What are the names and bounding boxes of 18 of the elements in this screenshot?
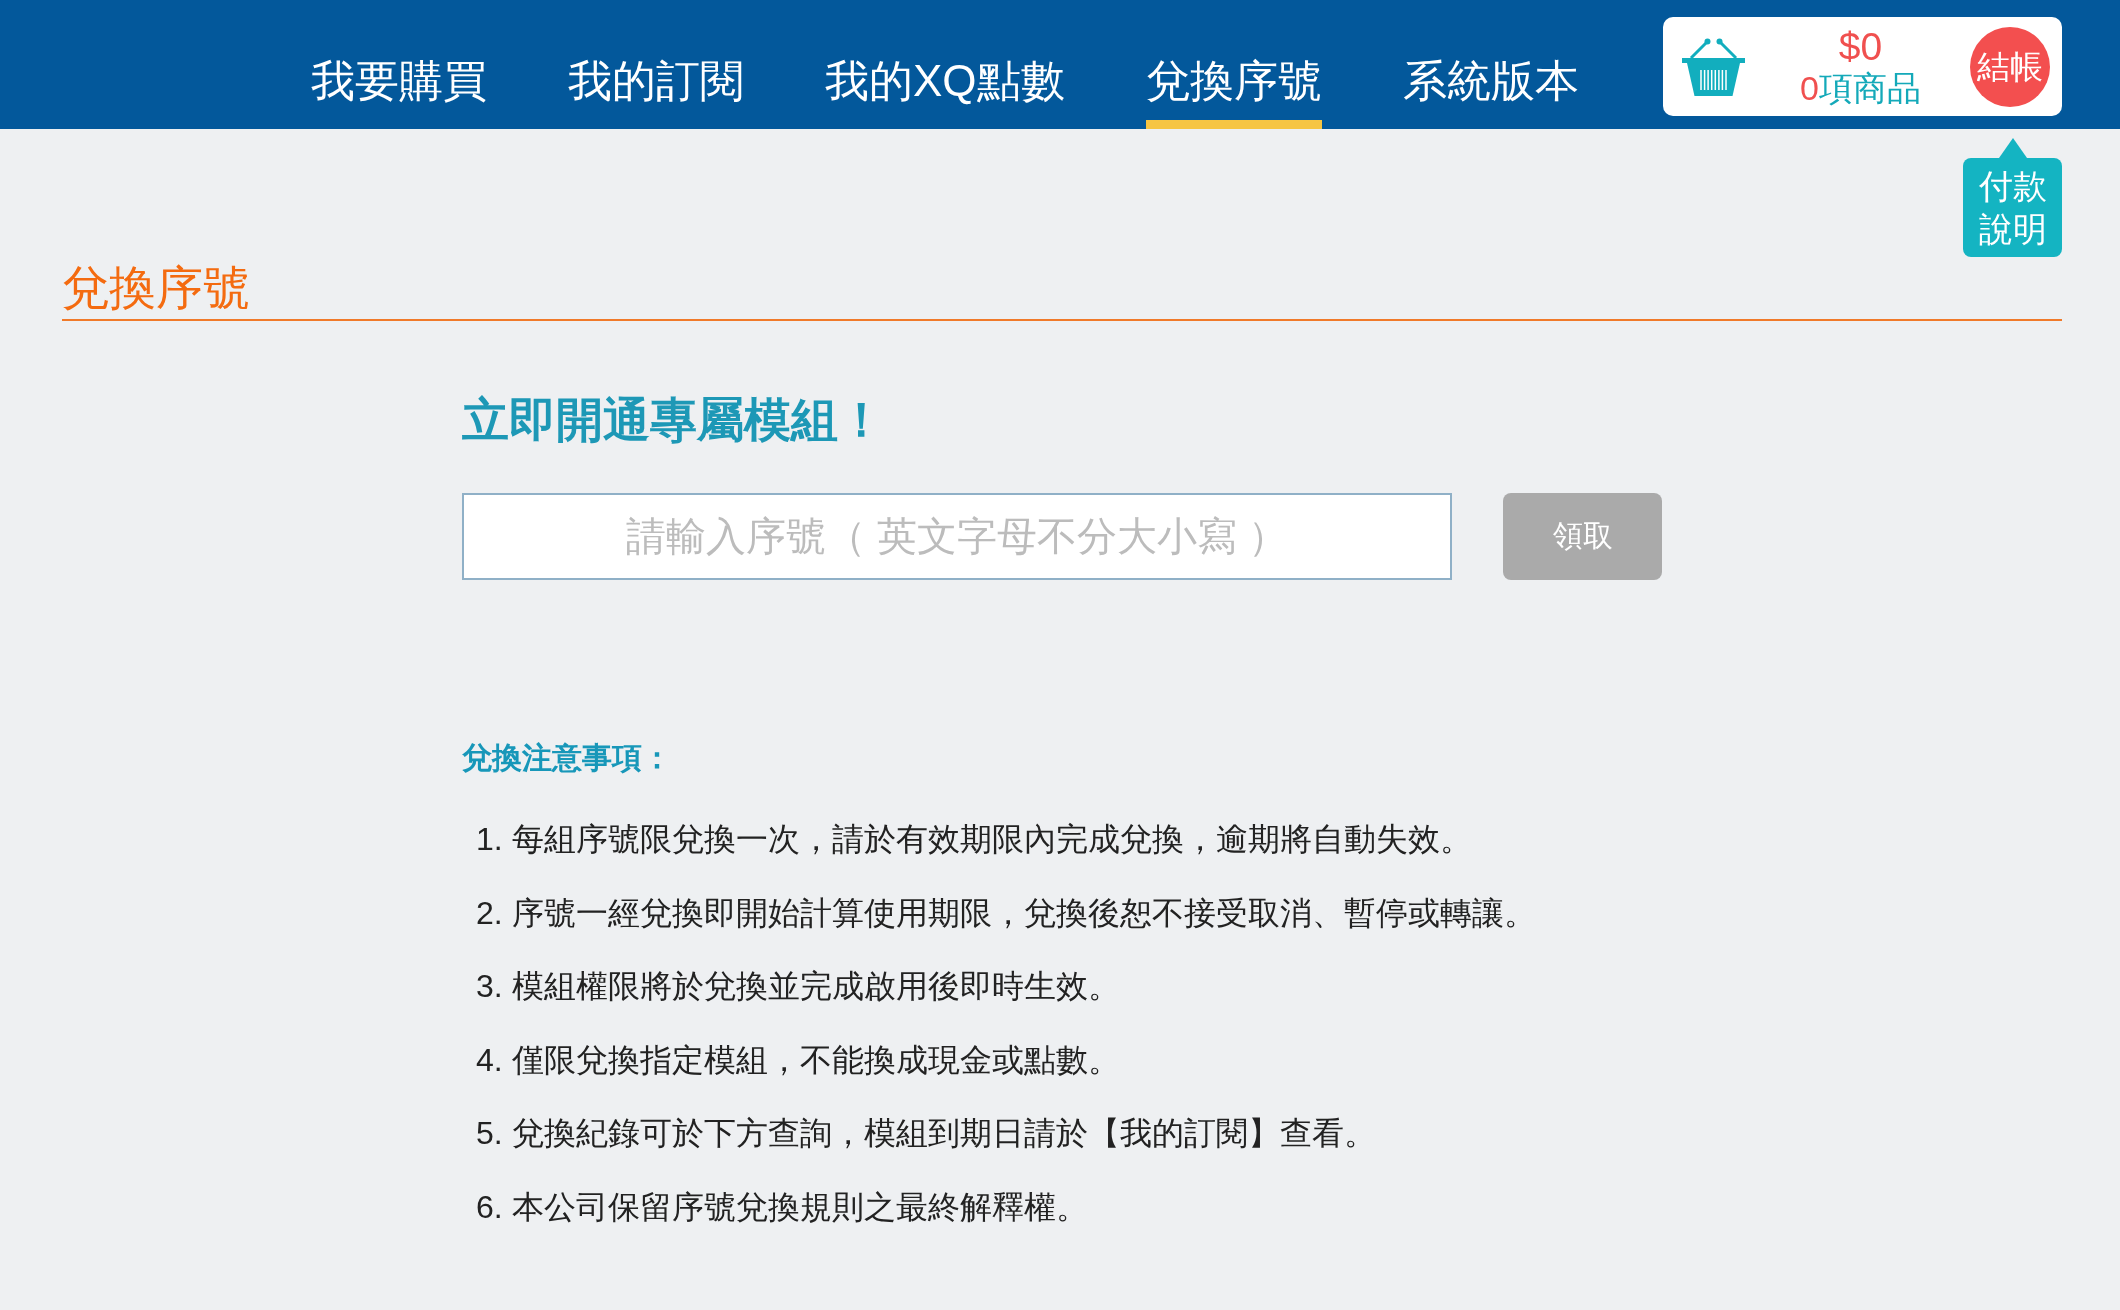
nav-tab[interactable]: 兌換序號 [1145,0,1322,129]
nav-tab[interactable]: 系統版本 [1402,0,1579,129]
nav-tab[interactable]: 我的XQ點數 [825,0,1065,129]
nav-tab[interactable]: 我要購買 [311,0,487,129]
note-item: 6. 本公司保留序號兌換規則之最終解釋權。 [476,1187,1088,1227]
redeem-heading: 立即開通專屬模組！ [462,392,885,448]
basket-icon[interactable] [1682,37,1745,96]
note-item: 5. 兌換紀錄可於下方查詢，模組到期日請於【我的訂閱】查看。 [476,1114,1376,1154]
serial-number-field[interactable]: 請輸入序號（ 英文字母不分大小寫 ） [462,493,1452,580]
note-item: 4. 僅限兌換指定模組，不能換成現金或點數。 [476,1040,1120,1080]
cart-item-count: 0項商品 [1800,67,1921,108]
page-title: 兌換序號 [62,260,250,316]
note-item: 3. 模組權限將於兌換並完成啟用後即時生效。 [476,967,1120,1007]
note-item: 2. 序號一經兌換即開始計算使用期限，兌換後恕不接受取消、暫停或轉讓。 [476,893,1536,933]
notes-title: 兌換注意事項： [462,740,672,776]
note-item: 1. 每組序號限兌換一次，請於有效期限內完成兌換，逾期將自動失效。 [476,820,1472,859]
nav-tab[interactable]: 我的訂閱 [568,0,744,129]
cart-total: $0 [1838,25,1883,68]
